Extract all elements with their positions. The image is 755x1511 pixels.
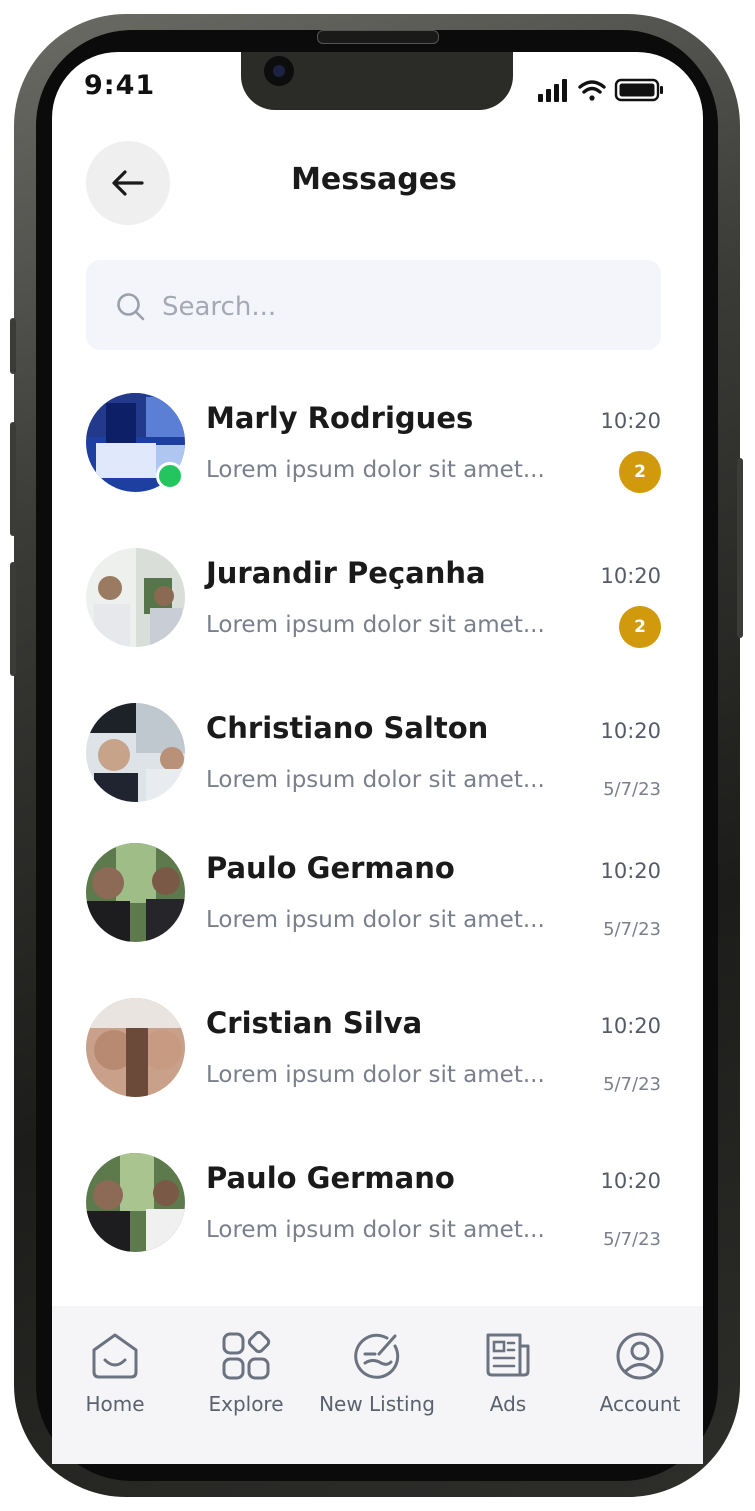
tab-new-listing[interactable]: New Listing	[312, 1330, 442, 1416]
avatar	[86, 548, 185, 647]
message-preview: Lorem ipsum dolor sit amet...	[206, 1217, 545, 1243]
online-indicator	[156, 462, 184, 490]
volume-down-button	[10, 562, 16, 676]
tab-account[interactable]: Account	[575, 1330, 705, 1416]
contact-name: Jurandir Peçanha	[206, 556, 486, 590]
message-time: 10:20	[600, 409, 661, 433]
cellular-signal-icon	[538, 79, 567, 102]
tab-label: Explore	[208, 1392, 284, 1416]
message-preview: Lorem ipsum dolor sit amet...	[206, 612, 545, 638]
wifi-icon	[578, 80, 606, 101]
avatar	[86, 843, 185, 942]
tab-label: Ads	[489, 1392, 527, 1416]
home-icon	[92, 1333, 138, 1379]
tab-label: Home	[85, 1392, 145, 1416]
avatar	[86, 1153, 185, 1252]
page-title: Messages	[291, 162, 457, 197]
search-icon	[117, 293, 145, 321]
volume-up-button	[10, 422, 16, 536]
ads-icon	[486, 1333, 530, 1377]
status-icons	[538, 78, 663, 102]
conversation-item[interactable]: Paulo Germano Lorem ipsum dolor sit amet…	[86, 1153, 661, 1253]
explore-icon	[222, 1330, 271, 1380]
status-time: 9:41	[84, 70, 156, 101]
mute-switch	[10, 318, 16, 374]
message-date: 5/7/23	[603, 1074, 661, 1095]
tab-ads[interactable]: Ads	[443, 1330, 573, 1416]
avatar	[86, 998, 185, 1097]
back-button[interactable]	[86, 141, 170, 225]
tab-label: New Listing	[319, 1392, 435, 1416]
unread-badge: 2	[619, 451, 661, 493]
new-listing-icon	[354, 1333, 400, 1379]
message-date: 5/7/23	[603, 779, 661, 800]
arrow-left-icon	[112, 170, 144, 196]
message-time: 10:20	[600, 859, 661, 883]
conversation-item[interactable]: Paulo Germano Lorem ipsum dolor sit amet…	[86, 843, 661, 943]
message-preview: Lorem ipsum dolor sit amet...	[206, 907, 545, 933]
contact-name: Christiano Salton	[206, 711, 489, 745]
contact-name: Marly Rodrigues	[206, 401, 474, 435]
search-input[interactable]	[160, 284, 604, 330]
contact-name: Cristian Silva	[206, 1006, 423, 1040]
conversation-item[interactable]: Cristian Silva Lorem ipsum dolor sit ame…	[86, 998, 661, 1098]
account-icon	[616, 1332, 664, 1380]
message-preview: Lorem ipsum dolor sit amet...	[206, 767, 545, 793]
contact-name: Paulo Germano	[206, 1161, 455, 1195]
conversation-item[interactable]: Christiano Salton Lorem ipsum dolor sit …	[86, 703, 661, 803]
message-preview: Lorem ipsum dolor sit amet...	[206, 457, 545, 483]
tab-home[interactable]: Home	[50, 1330, 180, 1416]
power-button	[737, 458, 743, 638]
tab-explore[interactable]: Explore	[181, 1330, 311, 1416]
message-time: 10:20	[600, 1169, 661, 1193]
conversation-item[interactable]: Marly Rodrigues Lorem ipsum dolor sit am…	[86, 393, 661, 493]
tab-label: Account	[599, 1392, 681, 1416]
avatar	[86, 703, 185, 802]
message-time: 10:20	[600, 564, 661, 588]
conversation-item[interactable]: Jurandir Peçanha Lorem ipsum dolor sit a…	[86, 548, 661, 648]
message-time: 10:20	[600, 719, 661, 743]
message-date: 5/7/23	[603, 1229, 661, 1250]
message-time: 10:20	[600, 1014, 661, 1038]
front-camera	[264, 56, 294, 86]
contact-name: Paulo Germano	[206, 851, 455, 885]
battery-icon	[614, 78, 663, 102]
unread-badge: 2	[619, 606, 661, 648]
message-date: 5/7/23	[603, 919, 661, 940]
speaker-grille	[317, 30, 439, 44]
message-preview: Lorem ipsum dolor sit amet...	[206, 1062, 545, 1088]
